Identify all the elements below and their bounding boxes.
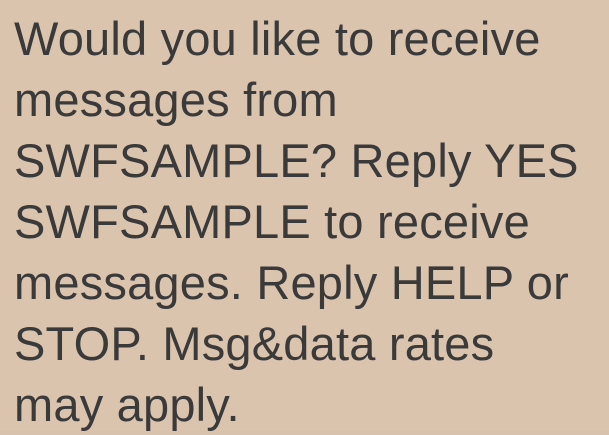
message-text-line-6: STOP. Msg&data rates — [14, 317, 495, 370]
message-text-line-5: messages. Reply HELP or — [14, 256, 569, 309]
message-text-line-2: messages from — [14, 73, 338, 126]
message-text-line-7: may apply. — [14, 378, 240, 431]
sms-message-bubble: Would you like to receive messages from … — [0, 0, 609, 431]
message-text-line-1: Would you like to receive — [14, 12, 541, 65]
message-text-line-4: SWFSAMPLE to receive — [14, 195, 530, 248]
message-text-line-3: SWFSAMPLE? Reply YES — [14, 134, 579, 187]
